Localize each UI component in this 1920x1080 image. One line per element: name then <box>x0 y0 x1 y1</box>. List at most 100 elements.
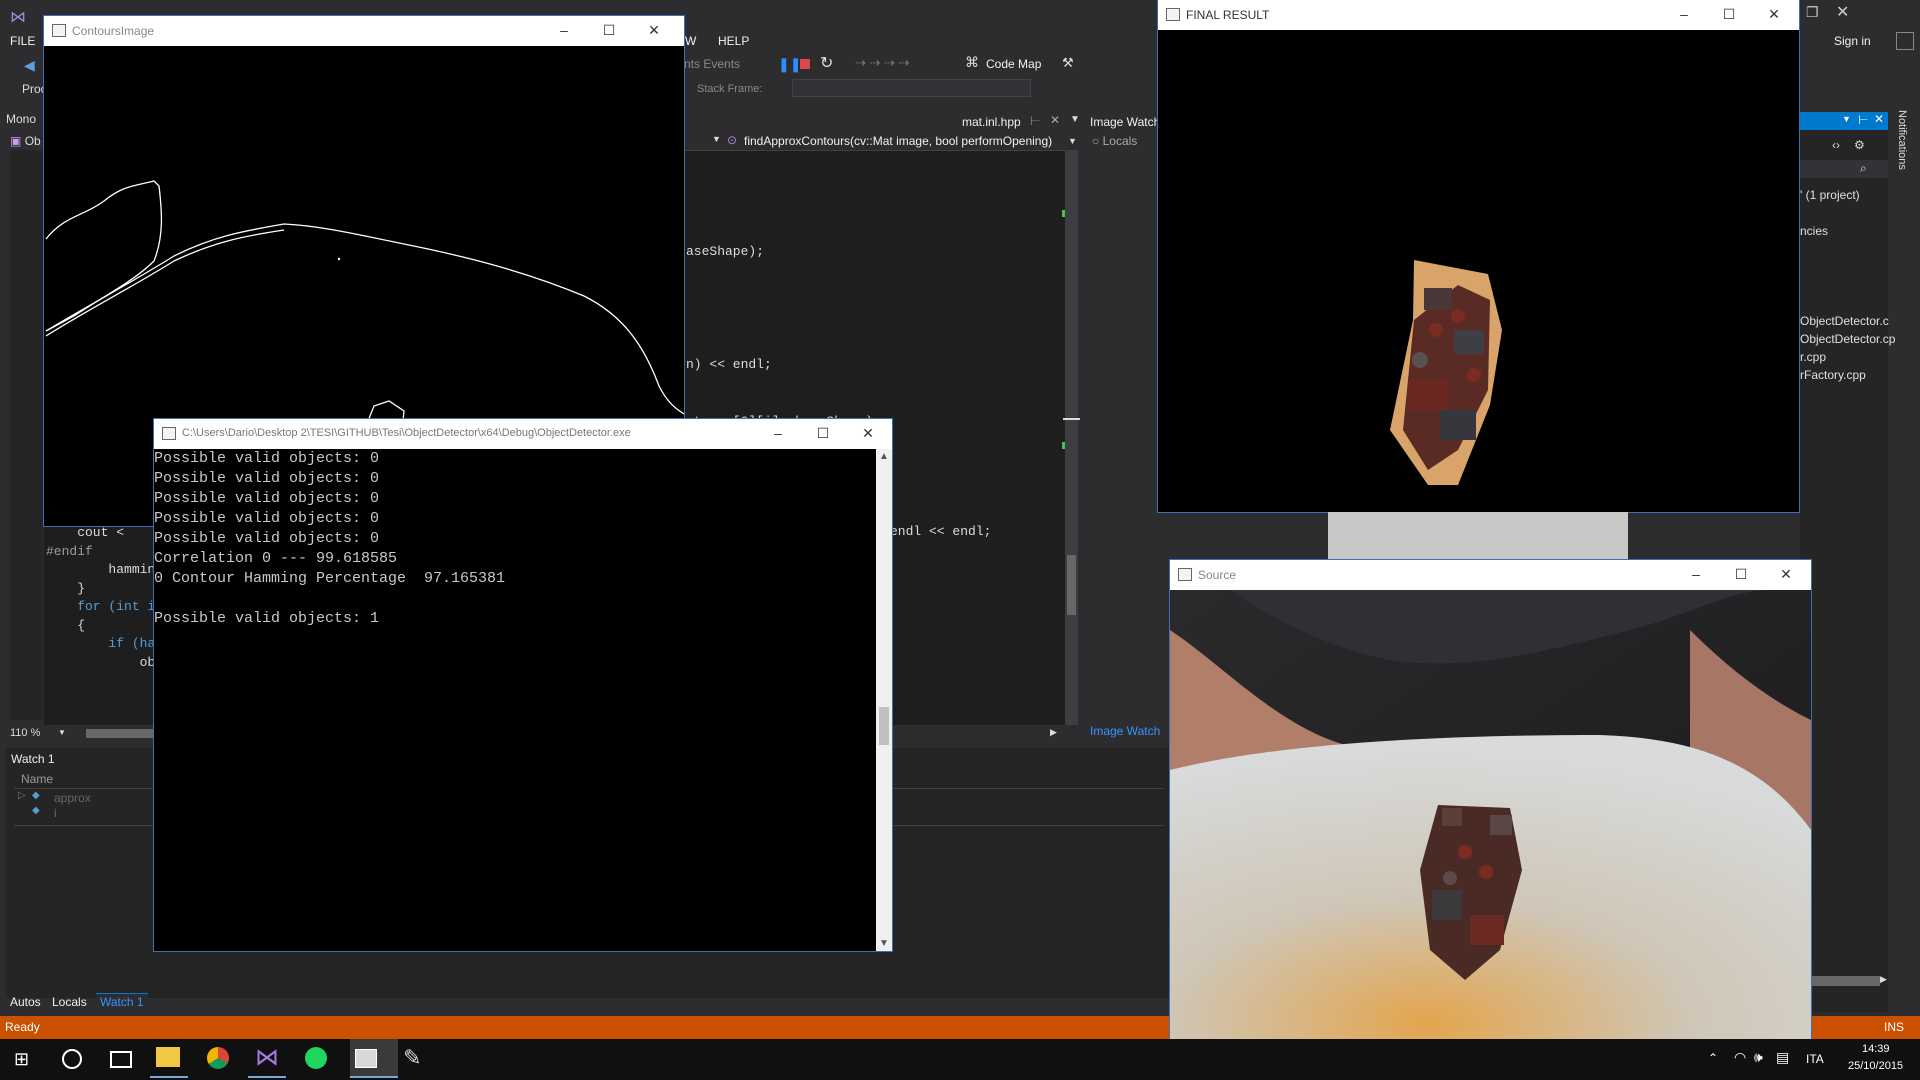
sign-in-link[interactable]: Sign in <box>1834 34 1871 48</box>
wifi-icon[interactable]: ◠ <box>1734 1049 1746 1066</box>
minimize-icon[interactable]: – <box>552 20 576 40</box>
image-watch-tab[interactable]: Image Watch <box>1090 115 1160 129</box>
tray-expand-icon[interactable]: ⌃ <box>1708 1051 1718 1065</box>
solution-project[interactable]: ' (1 project) <box>1800 188 1860 202</box>
scroll-right-icon[interactable]: ▶ <box>1050 727 1057 738</box>
scroll-right-icon[interactable]: ▶ <box>1880 974 1887 985</box>
maximize-icon[interactable]: ☐ <box>811 423 835 443</box>
function-dropdown[interactable]: findApproxContours(cv::Mat image, bool p… <box>744 134 1052 148</box>
tab-locals[interactable]: Locals <box>52 995 87 1009</box>
clock-time[interactable]: 14:39 <box>1862 1043 1890 1055</box>
spotify-icon[interactable] <box>305 1047 327 1069</box>
solution-search[interactable] <box>1800 160 1888 178</box>
solution-hscroll-thumb[interactable] <box>1810 976 1880 986</box>
minimize-icon[interactable]: – <box>766 423 790 443</box>
pause-icon[interactable]: ❚❚ <box>778 56 801 73</box>
locals-radio[interactable]: ○ Locals <box>1092 134 1137 148</box>
menu-help[interactable]: HELP <box>718 34 749 48</box>
vs-close-icon[interactable]: ✕ <box>1836 2 1856 22</box>
solution-explorer: ▼ ⊢ ✕ ‹› ⚙ ⌕ ' (1 project) ncies ObjectD… <box>1800 112 1895 1012</box>
close-icon[interactable]: ✕ <box>856 423 880 443</box>
pin-icon[interactable]: ⊢ <box>1858 113 1868 127</box>
tab-close-icon[interactable]: ✕ <box>1050 113 1060 127</box>
editor-scroll-thumb[interactable] <box>1067 555 1076 615</box>
menu-file[interactable]: FILE <box>10 34 35 48</box>
pin-icon[interactable]: ⊢ <box>1030 114 1040 128</box>
wrench-icon[interactable]: ⚙ <box>1854 138 1865 152</box>
scroll-down-icon[interactable]: ▼ <box>879 938 889 949</box>
stack-frame-dropdown[interactable] <box>792 79 1031 97</box>
search-icon[interactable]: ⌕ <box>1860 161 1867 176</box>
expand-icon[interactable]: ▷ <box>18 790 26 801</box>
zoom-dropdown-icon[interactable]: ▼ <box>58 728 66 737</box>
final-result-window[interactable]: FINAL RESULT – ☐ ✕ <box>1158 0 1799 512</box>
menu-window[interactable]: W <box>685 34 696 48</box>
close-icon[interactable]: ✕ <box>1762 4 1786 24</box>
zoom-level[interactable]: 110 % <box>10 727 40 739</box>
paint-icon[interactable]: ✎ <box>403 1045 421 1071</box>
notification-center-icon[interactable]: ▤ <box>1776 1049 1789 1066</box>
console-scroll-thumb[interactable] <box>879 707 889 745</box>
account-icon[interactable] <box>1896 32 1914 50</box>
window-title-bar[interactable]: ContoursImage – ☐ ✕ <box>44 16 684 46</box>
solution-deps[interactable]: ncies <box>1800 224 1828 238</box>
minimize-icon[interactable]: – <box>1672 4 1696 24</box>
solution-file[interactable]: rFactory.cpp <box>1800 368 1866 382</box>
task-view-icon[interactable] <box>110 1051 132 1068</box>
left-gutter <box>10 150 43 720</box>
file-explorer-icon[interactable] <box>156 1047 180 1067</box>
function-dropdown-icon[interactable]: ▼ <box>1068 136 1077 146</box>
solution-file[interactable]: r.cpp <box>1800 350 1826 364</box>
maximize-icon[interactable]: ☐ <box>597 20 621 40</box>
watch-row-i[interactable]: i <box>54 806 57 820</box>
minimize-icon[interactable]: – <box>1684 564 1708 584</box>
tab-watch1[interactable]: Watch 1 <box>96 993 148 1010</box>
console-scrollbar[interactable]: ▲ ▼ <box>876 449 892 951</box>
nav-dropdown-icon[interactable]: ▼ <box>712 134 721 144</box>
window-title-bar[interactable]: C:\Users\Dario\Desktop 2\TESI\GITHUB\Tes… <box>154 419 892 449</box>
code-map-button[interactable]: Code Map <box>986 57 1041 71</box>
stop-icon[interactable] <box>800 59 810 69</box>
start-icon[interactable]: ⊞ <box>14 1049 29 1070</box>
code-map-icon[interactable]: ⌘ <box>965 54 979 71</box>
lifecycle-events[interactable]: nts Events <box>684 57 740 71</box>
window-title-bar[interactable]: FINAL RESULT – ☐ ✕ <box>1158 0 1799 30</box>
console-output[interactable]: Possible valid objects: 0 Possible valid … <box>154 449 876 951</box>
active-indicator <box>248 1076 286 1078</box>
vs-restore-icon[interactable]: ❐ <box>1806 4 1826 21</box>
tab-mat-inl[interactable]: mat.inl.hpp <box>962 115 1021 129</box>
volume-icon[interactable]: 🕪 <box>1754 1049 1763 1066</box>
search-icon[interactable] <box>62 1049 82 1069</box>
window-title-bar[interactable]: Source – ☐ ✕ <box>1170 560 1811 590</box>
panel-close-icon[interactable]: ✕ <box>1874 112 1884 126</box>
image-watch-link[interactable]: Image Watch <box>1090 724 1160 738</box>
back-icon[interactable]: ◀ <box>24 57 35 74</box>
step-icons[interactable]: ⇢ ⇢ ⇢ ⇢ <box>855 55 909 71</box>
obj-dropdown[interactable]: ▣ Ob <box>10 134 41 148</box>
console-window[interactable]: C:\Users\Dario\Desktop 2\TESI\GITHUB\Tes… <box>154 419 892 951</box>
header-dropdown-icon[interactable]: ▼ <box>1842 114 1851 124</box>
language-indicator[interactable]: ITA <box>1806 1052 1824 1066</box>
close-icon[interactable]: ✕ <box>642 20 666 40</box>
source-window[interactable]: Source – ☐ ✕ <box>1170 560 1811 1039</box>
restart-icon[interactable]: ↻ <box>820 53 833 73</box>
close-icon[interactable]: ✕ <box>1774 564 1798 584</box>
notifications-tab[interactable]: Notifications <box>1896 110 1908 170</box>
maximize-icon[interactable]: ☐ <box>1717 4 1741 24</box>
scroll-up-icon[interactable]: ▲ <box>879 451 889 462</box>
visual-studio-icon[interactable]: ⋈ <box>255 1043 279 1072</box>
code-icon[interactable]: ‹› <box>1832 138 1840 152</box>
tab-dropdown-icon[interactable]: ▼ <box>1070 114 1080 125</box>
chrome-icon[interactable] <box>207 1047 229 1069</box>
clock-date[interactable]: 25/10/2015 <box>1848 1060 1903 1072</box>
solution-file[interactable]: ObjectDetector.c <box>1800 314 1889 328</box>
editor-scrollbar[interactable] <box>1062 150 1080 725</box>
maximize-icon[interactable]: ☐ <box>1729 564 1753 584</box>
debug-icon[interactable]: ⚒ <box>1062 55 1074 71</box>
mono-tab[interactable]: Mono <box>6 112 44 127</box>
code-editor-left[interactable]: cout < #endif hammin } for (int i { if (h… <box>44 525 155 725</box>
app-window-icon[interactable] <box>355 1049 377 1068</box>
tab-autos[interactable]: Autos <box>10 995 41 1009</box>
solution-file[interactable]: ObjectDetector.cp <box>1800 332 1895 346</box>
watch-row-approx[interactable]: approx <box>54 791 91 805</box>
